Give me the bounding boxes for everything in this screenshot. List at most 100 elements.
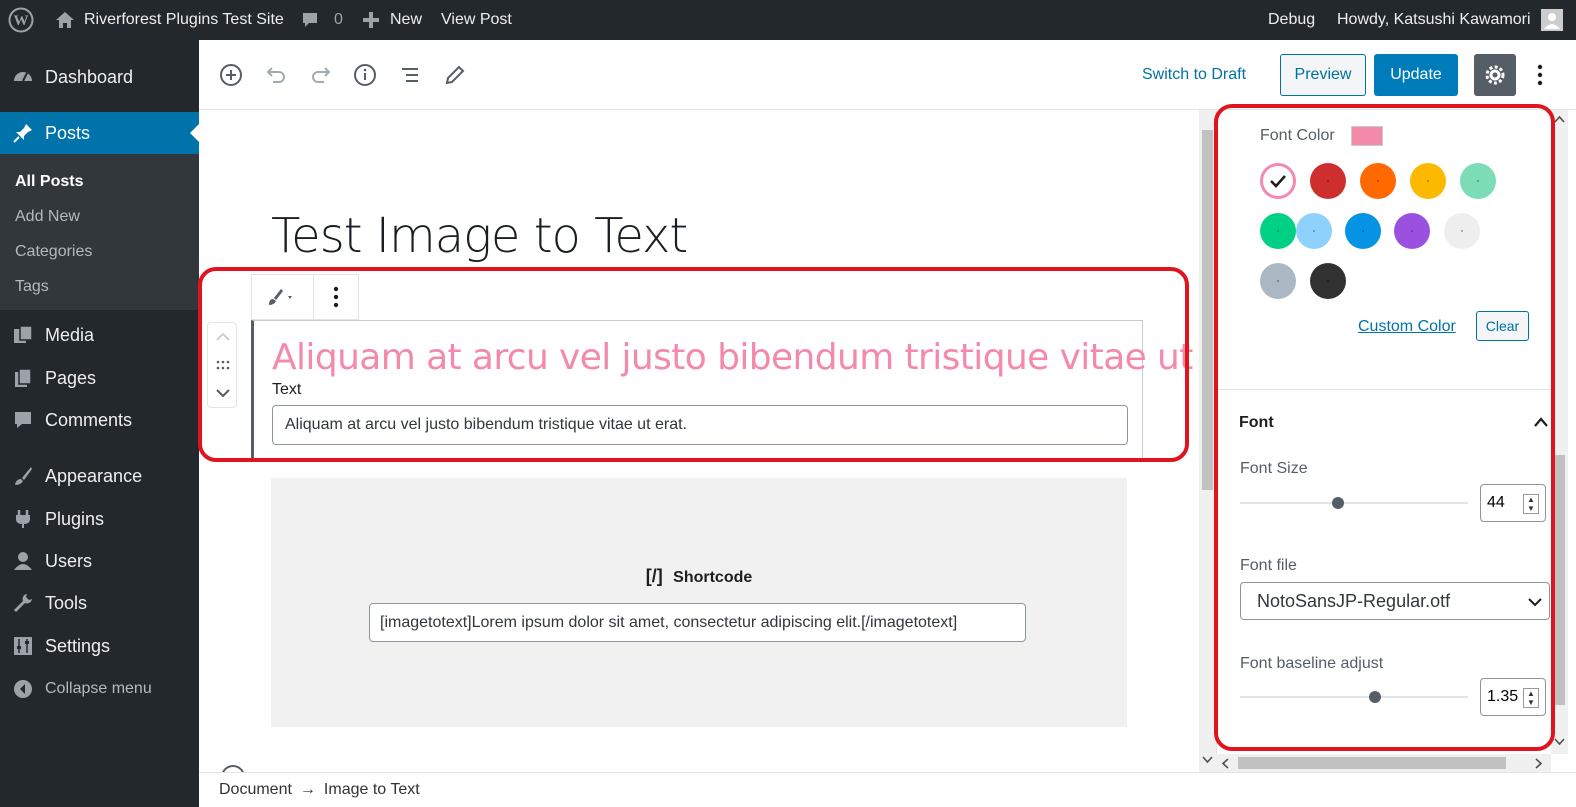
account-menu[interactable]: Howdy, Katsushi Kawamori xyxy=(1337,0,1563,40)
shortcode-header: [/] Shortcode xyxy=(271,566,1127,587)
site-name-link[interactable]: Riverforest Plugins Test Site xyxy=(54,0,284,40)
baseline-slider[interactable] xyxy=(1240,690,1468,704)
add-block-icon[interactable] xyxy=(218,62,244,88)
new-content-link[interactable]: New xyxy=(362,0,422,40)
font-size-number-input[interactable]: 44 ▲ ▼ xyxy=(1480,484,1546,522)
redo-icon[interactable] xyxy=(308,62,334,88)
baseline-slider-track xyxy=(1240,696,1468,698)
menu-media[interactable]: Media xyxy=(0,314,199,356)
baseline-number-input[interactable]: 1.35 ▲ ▼ xyxy=(1480,678,1546,716)
color-swatch-light-green[interactable] xyxy=(1460,163,1496,199)
scroll-right-icon[interactable] xyxy=(1534,758,1544,769)
breadcrumb-arrow: → xyxy=(299,781,316,798)
pushpin-icon xyxy=(11,121,35,145)
shortcode-input[interactable]: [imagetotext]Lorem ipsum dolor sit amet,… xyxy=(369,603,1026,642)
media-icon xyxy=(11,323,35,347)
color-swatch-red[interactable] xyxy=(1310,163,1346,199)
color-swatch-blue[interactable] xyxy=(1345,213,1381,249)
editor-scrollbar-thumb[interactable] xyxy=(1202,130,1213,490)
baseline-slider-thumb[interactable] xyxy=(1368,691,1381,703)
color-swatch-light-gray[interactable] xyxy=(1444,213,1480,249)
shortcode-block[interactable]: [/] Shortcode [imagetotext]Lorem ipsum d… xyxy=(271,478,1127,727)
debug-link[interactable]: Debug xyxy=(1268,0,1315,40)
font-section-title: Font xyxy=(1239,414,1274,431)
scroll-down-icon[interactable] xyxy=(1202,755,1213,765)
edit-pencil-icon[interactable] xyxy=(442,62,468,88)
block-type-button[interactable] xyxy=(252,275,314,319)
menu-settings[interactable]: Settings xyxy=(0,625,199,667)
post-title[interactable]: Test Image to Text xyxy=(271,208,688,264)
list-view-icon[interactable] xyxy=(397,62,423,88)
swatch-center-dot xyxy=(1411,230,1413,232)
color-swatch-green[interactable] xyxy=(1260,213,1296,249)
partial-icon xyxy=(221,765,245,772)
font-color-label: Font Color xyxy=(1260,127,1335,144)
custom-color-link[interactable]: Custom Color xyxy=(1358,318,1456,336)
view-post-link[interactable]: View Post xyxy=(441,0,512,40)
shortcode-label: Shortcode xyxy=(673,569,753,586)
submenu-categories[interactable]: Categories xyxy=(15,243,92,261)
switch-to-draft-link[interactable]: Switch to Draft xyxy=(1142,66,1246,84)
move-up-icon[interactable] xyxy=(215,330,231,342)
undo-icon[interactable] xyxy=(263,62,289,88)
font-section-toggle[interactable]: Font xyxy=(1217,400,1552,444)
update-button[interactable]: Update xyxy=(1374,54,1458,96)
submenu-all-posts[interactable]: All Posts xyxy=(15,173,83,191)
color-swatch-orange[interactable] xyxy=(1360,163,1396,199)
settings-scrollbar[interactable] xyxy=(1551,110,1568,754)
wordpress-logo-icon[interactable]: W xyxy=(8,0,34,40)
submenu-add-new[interactable]: Add New xyxy=(15,208,80,226)
drag-handle-icon[interactable] xyxy=(215,359,231,371)
preview-button[interactable]: Preview xyxy=(1280,54,1366,96)
swatch-center-dot xyxy=(1277,280,1279,282)
submenu-tags[interactable]: Tags xyxy=(15,278,49,296)
menu-users[interactable]: Users xyxy=(0,540,199,582)
collapse-menu-button[interactable]: Collapse menu xyxy=(0,668,199,710)
menu-appearance-label: Appearance xyxy=(45,465,143,486)
spinner-arrows-icon[interactable]: ▲ ▼ xyxy=(1523,494,1539,514)
shortcode-icon: [/] xyxy=(645,566,663,586)
comments-link[interactable]: 0 xyxy=(300,0,343,40)
font-file-select[interactable]: NotoSansJP-Regular.otf xyxy=(1240,582,1550,620)
spinner-arrows-icon[interactable]: ▲ ▼ xyxy=(1523,688,1539,708)
font-size-slider-thumb[interactable] xyxy=(1332,497,1345,509)
text-field[interactable]: Aliquam at arcu vel justo bibendum trist… xyxy=(272,405,1128,445)
color-swatch-black[interactable] xyxy=(1310,263,1346,299)
move-down-icon[interactable] xyxy=(215,387,231,399)
color-swatch-amber[interactable] xyxy=(1410,163,1446,199)
clear-color-button[interactable]: Clear xyxy=(1476,311,1529,341)
scroll-up-icon[interactable] xyxy=(1554,114,1565,124)
swatch-center-dot xyxy=(1327,280,1329,282)
block-more-options-button[interactable] xyxy=(314,275,358,319)
color-swatch-gray[interactable] xyxy=(1260,263,1296,299)
settings-horizontal-scrollbar[interactable] xyxy=(1216,754,1551,772)
settings-scrollbar-thumb[interactable] xyxy=(1554,455,1565,705)
image-to-text-block[interactable]: Aliquam at arcu vel justo bibendum trist… xyxy=(251,320,1201,460)
swatch-center-dot xyxy=(1477,180,1479,182)
menu-plugins[interactable]: Plugins xyxy=(0,498,199,540)
scroll-left-icon[interactable] xyxy=(1220,758,1230,769)
menu-tools[interactable]: Tools xyxy=(0,582,199,624)
horizontal-scrollbar-thumb[interactable] xyxy=(1238,757,1506,769)
menu-appearance[interactable]: Appearance xyxy=(0,455,199,497)
posts-submenu: All Posts Add New Categories Tags xyxy=(0,154,199,310)
admin-sidebar: Dashboard Posts All Posts Add New Catego… xyxy=(0,40,199,807)
color-swatch-purple[interactable] xyxy=(1394,213,1430,249)
color-swatch-pink[interactable] xyxy=(1260,163,1296,199)
menu-pages[interactable]: Pages xyxy=(0,357,199,399)
color-swatch-light-blue[interactable] xyxy=(1296,213,1332,249)
breadcrumb-document[interactable]: Document xyxy=(219,781,292,799)
menu-dashboard[interactable]: Dashboard xyxy=(0,56,199,98)
editor-toolbar: Switch to Draft Preview Update xyxy=(199,40,1576,110)
breadcrumb-block[interactable]: Image to Text xyxy=(324,781,420,799)
settings-toggle-button[interactable] xyxy=(1474,54,1516,96)
scroll-down-icon[interactable] xyxy=(1554,737,1565,747)
dashboard-icon xyxy=(11,65,35,89)
info-icon[interactable] xyxy=(352,62,378,88)
menu-tools-label: Tools xyxy=(45,592,88,613)
menu-posts[interactable]: Posts xyxy=(0,112,199,154)
editor-scrollbar[interactable] xyxy=(1199,110,1216,772)
howdy-text: Howdy, Katsushi Kawamori xyxy=(1337,11,1531,28)
menu-comments[interactable]: Comments xyxy=(0,399,199,441)
more-options-icon[interactable] xyxy=(1527,62,1553,88)
